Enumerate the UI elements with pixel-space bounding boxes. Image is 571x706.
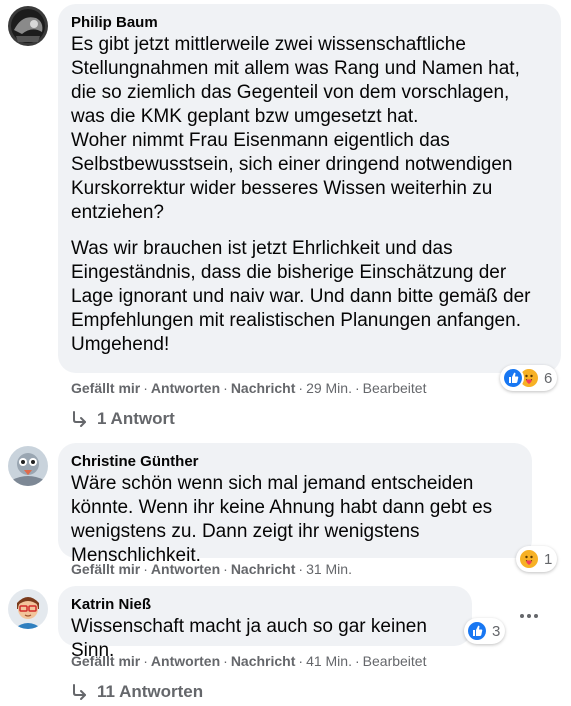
reaction-summary[interactable]: 3 — [464, 618, 506, 644]
comment-author[interactable]: Philip Baum — [71, 13, 548, 33]
avatar[interactable] — [8, 589, 48, 629]
comment-bubble: Katrin Nieß Wissenschaft macht ja auch s… — [58, 586, 472, 661]
reaction-summary[interactable]: 1 — [516, 546, 558, 572]
like-icon — [502, 367, 524, 389]
comment-author[interactable]: Christine Günther — [71, 452, 519, 472]
like-link[interactable]: Gefällt mir — [71, 653, 140, 669]
separator: · — [354, 653, 360, 669]
separator: · — [143, 653, 148, 669]
separator: · — [354, 380, 360, 396]
message-link[interactable]: Nachricht — [231, 653, 296, 669]
reply-arrow-icon — [73, 684, 86, 700]
like-link[interactable]: Gefällt mir — [71, 380, 140, 396]
separator: · — [298, 653, 304, 669]
message-link[interactable]: Nachricht — [231, 561, 296, 577]
reaction-summary[interactable]: 6 — [500, 365, 558, 391]
timestamp[interactable]: 31 Min. — [306, 561, 352, 577]
avatar[interactable] — [8, 6, 48, 46]
comment-bubble: Christine Günther Wäre schön wenn sich m… — [58, 443, 532, 566]
timestamp[interactable]: 41 Min. — [306, 653, 352, 669]
edited-label: Bearbeitet — [362, 380, 427, 396]
comment-philip-baum: Philip Baum Es gibt jetzt mittlerweile z… — [0, 0, 571, 440]
like-icon — [466, 620, 488, 642]
separator: · — [143, 380, 148, 396]
comment-actions: Gefällt mir · Antworten · Nachricht · 29 Min. ·… — [71, 379, 426, 397]
comment-text: Was wir brauchen ist jetzt Ehrlichkeit u… — [71, 238, 531, 355]
care-icon — [518, 548, 540, 570]
separator: · — [298, 561, 304, 577]
reply-link[interactable]: Antworten — [151, 653, 220, 669]
comment-christine-guenther: Christine Günther Wäre schön wenn sich m… — [0, 440, 571, 580]
view-replies-link[interactable]: 11 Antworten — [71, 682, 203, 702]
like-link[interactable]: Gefällt mir — [71, 561, 140, 577]
reaction-count: 1 — [544, 550, 553, 568]
reaction-count: 3 — [492, 622, 501, 640]
reply-link[interactable]: Antworten — [151, 380, 220, 396]
comment-author[interactable]: Katrin Nieß — [71, 595, 459, 615]
replies-count[interactable]: 1 Antwort — [97, 409, 175, 429]
view-replies-link[interactable]: 1 Antwort — [71, 409, 175, 429]
separator: · — [223, 380, 228, 396]
comment-text: Es gibt jetzt mittlerweile zwei wissensc… — [71, 34, 520, 223]
reply-link[interactable]: Antworten — [151, 561, 220, 577]
timestamp[interactable]: 29 Min. — [306, 380, 352, 396]
avatar[interactable] — [8, 446, 48, 486]
separator: · — [223, 653, 228, 669]
replies-count[interactable]: 11 Antworten — [97, 682, 203, 702]
comment-katrin-niess: Katrin Nieß Wissenschaft macht ja auch s… — [0, 580, 571, 706]
separator: · — [223, 561, 228, 577]
comment-bubble: Philip Baum Es gibt jetzt mittlerweile z… — [58, 4, 561, 373]
comment-actions: Gefällt mir · Antworten · Nachricht · 41 Min. ·… — [71, 652, 426, 670]
comment-actions: Gefällt mir · Antworten · Nachricht · 31 Min. — [71, 560, 352, 578]
separator: · — [298, 380, 304, 396]
reaction-count: 6 — [544, 369, 553, 387]
separator: · — [143, 561, 148, 577]
edited-label: Bearbeitet — [362, 653, 427, 669]
more-options-icon[interactable] — [515, 602, 543, 630]
message-link[interactable]: Nachricht — [231, 380, 296, 396]
reply-arrow-icon — [73, 411, 86, 427]
comment-text: Wäre schön wenn sich mal jemand entschei… — [71, 473, 493, 566]
